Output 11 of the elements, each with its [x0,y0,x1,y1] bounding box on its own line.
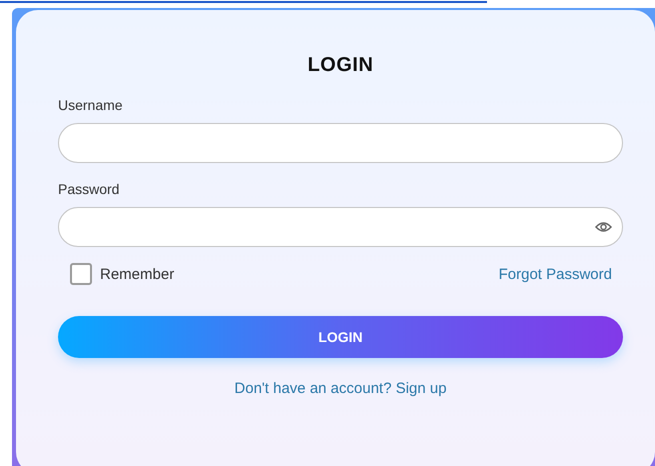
username-field[interactable] [58,123,623,163]
field-label: Password [58,181,120,197]
password-field[interactable] [58,207,623,247]
remember-checkbox[interactable] [70,263,92,285]
remember-label: Remember [100,266,174,282]
signup-link[interactable]: Don't have an account? Sign up [234,380,447,397]
forgot-password-link[interactable]: Forgot Password [498,266,612,282]
login-button[interactable]: LOGIN [58,316,623,358]
login-title: LOGIN [306,54,374,77]
field-label: Username [58,97,124,113]
eye-icon[interactable] [595,221,612,233]
